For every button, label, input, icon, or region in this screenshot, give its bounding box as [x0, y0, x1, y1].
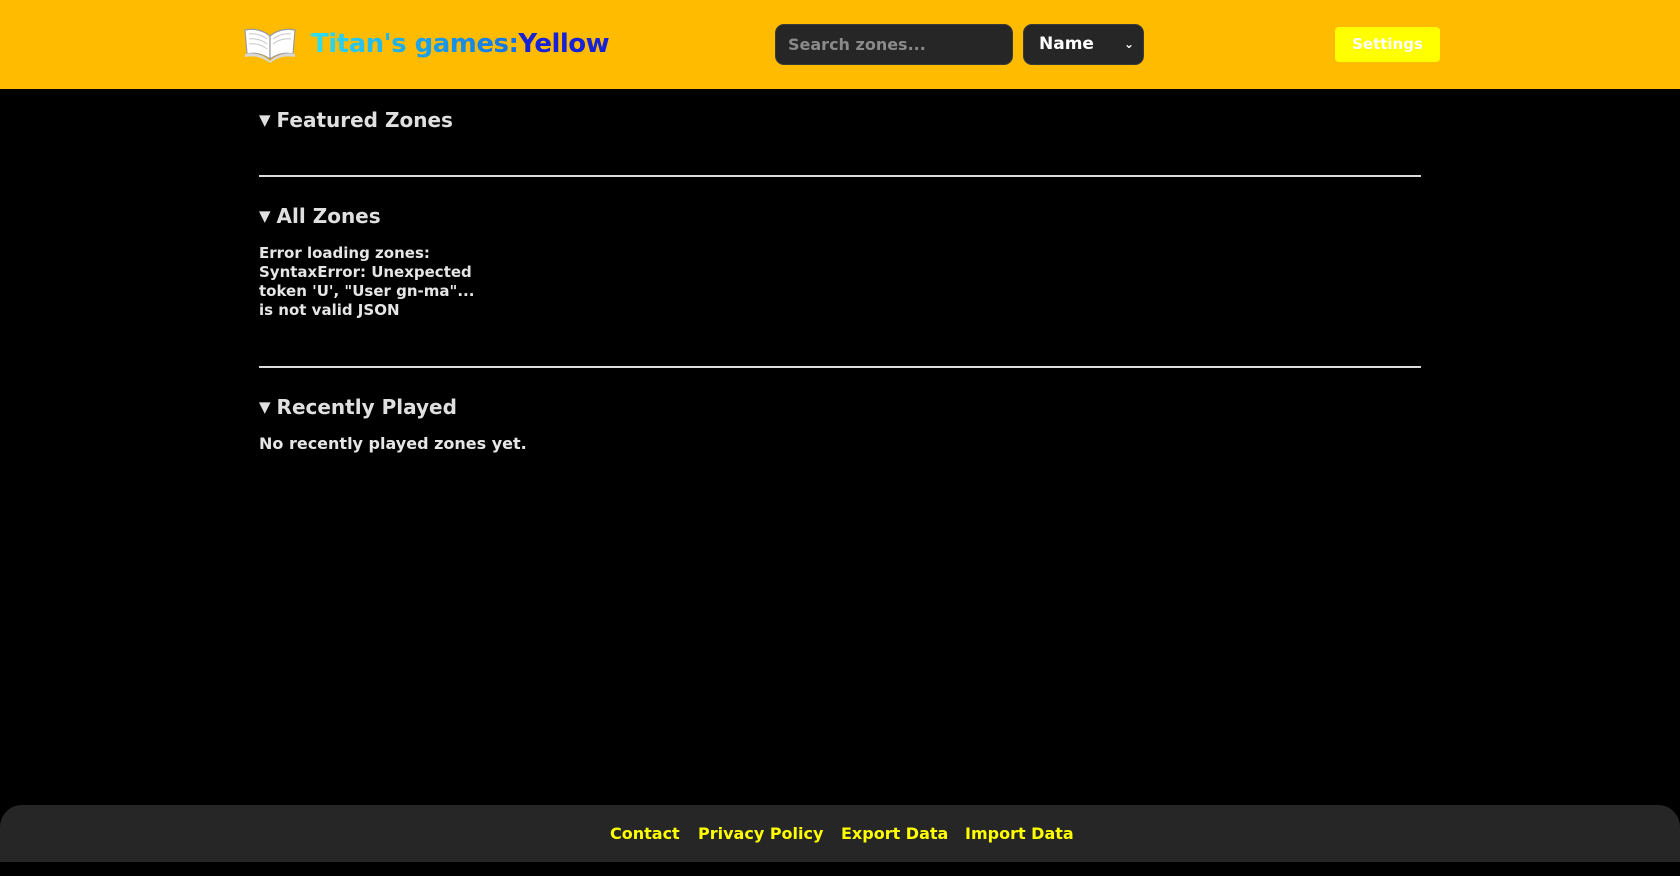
collapse-triangle-icon: ▼ — [259, 111, 271, 129]
top-header: Titan's games:Yellow Name ⌄ Settings — [0, 0, 1680, 89]
open-book-icon — [244, 28, 296, 63]
footer-link-contact[interactable]: Contact — [610, 824, 680, 844]
site-title-theme: Yellow — [518, 29, 610, 59]
site-title[interactable]: Titan's games:Yellow — [311, 27, 610, 61]
footer: Contact Privacy Policy Export Data Impor… — [0, 805, 1680, 862]
footer-link-export-data[interactable]: Export Data — [841, 824, 948, 844]
sort-select-value: Name — [1039, 34, 1094, 54]
collapse-triangle-icon: ▼ — [259, 207, 271, 225]
recently-played-toggle[interactable]: ▼ Recently Played — [259, 394, 457, 420]
all-zones-toggle[interactable]: ▼ All Zones — [259, 203, 381, 229]
section-divider — [259, 366, 1421, 368]
site-title-name: Titan's games: — [311, 29, 519, 59]
section-divider — [259, 175, 1421, 177]
featured-zones-toggle[interactable]: ▼ Featured Zones — [259, 107, 453, 133]
recently-played-empty-message: No recently played zones yet. — [259, 434, 527, 453]
footer-link-privacy-policy[interactable]: Privacy Policy — [698, 824, 823, 844]
sort-select[interactable]: Name ⌄ — [1023, 24, 1144, 65]
featured-zones-title: Featured Zones — [276, 108, 453, 132]
all-zones-title: All Zones — [276, 204, 381, 228]
zones-error-message: Error loading zones: SyntaxError: Unexpe… — [259, 244, 475, 319]
collapse-triangle-icon: ▼ — [259, 398, 271, 416]
settings-button[interactable]: Settings — [1335, 27, 1440, 62]
footer-link-import-data[interactable]: Import Data — [965, 824, 1074, 844]
recently-played-title: Recently Played — [276, 395, 457, 419]
chevron-down-icon: ⌄ — [1123, 37, 1134, 51]
search-input[interactable] — [775, 24, 1013, 65]
